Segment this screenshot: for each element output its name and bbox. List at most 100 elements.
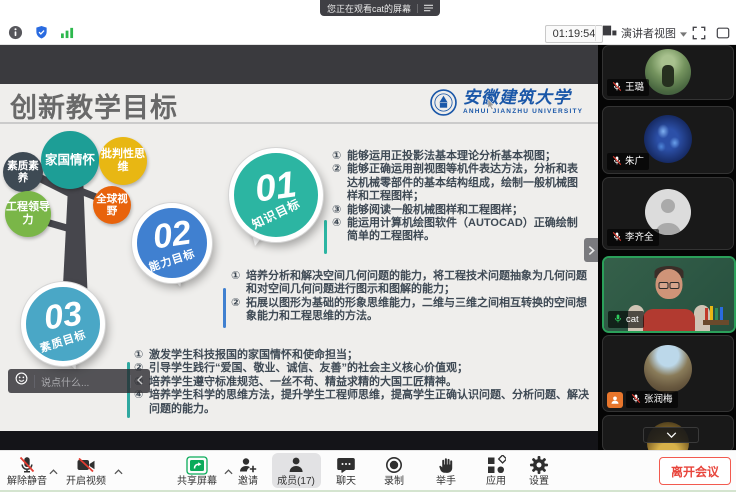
presentation-slide: 创新教学目标 安徽建筑大学 ANHUI JIANZHU UNIVERSITY 素… xyxy=(0,84,598,431)
item-text: 拓展以图形为基础的形象思维能力，二维与三维之间相互转换的空间想象能力和工程思维的… xyxy=(246,297,593,324)
tree-bubble-critical-thinking: 批判性思维 xyxy=(99,137,147,185)
bookshelf xyxy=(703,307,729,325)
participant-tile[interactable]: 李齐全 xyxy=(602,177,734,250)
participant-tile-speaking[interactable]: cat xyxy=(602,256,736,333)
mic-options-chevron[interactable] xyxy=(49,462,58,480)
toolbar-divider xyxy=(595,25,596,41)
item-text: 培养分析和解决空间几何问题的能力，将工程技术问题抽象为几何问题和对空间几何问题进… xyxy=(246,270,593,297)
banner-text: 您正在观看cat的屏幕 xyxy=(327,2,411,15)
tree-bubble-leadership: 工程领导力 xyxy=(5,191,51,237)
unmute-label: 解除静音 xyxy=(7,477,47,487)
meeting-info-icon[interactable] xyxy=(8,25,23,45)
item-marker: ④ xyxy=(134,389,149,416)
invite-person-icon xyxy=(238,455,258,475)
tree-bubble-global-vision: 全球视野 xyxy=(93,186,131,224)
item-text: 能够阅读一般机械图样和工程图样； xyxy=(347,204,586,217)
item-text: 能够运用正投影法基本理论分析基本视图； xyxy=(347,150,586,163)
item-text: 激发学生科技报国的家国情怀和使命担当； xyxy=(149,349,594,362)
mic-muted-icon xyxy=(17,455,37,475)
record-label: 录制 xyxy=(384,477,404,487)
presentation-letterbox xyxy=(0,44,598,84)
fullscreen-button[interactable] xyxy=(690,24,708,42)
participant-name: 王璐 xyxy=(625,83,644,93)
quick-chat-bar[interactable]: 说点什么... xyxy=(8,369,150,393)
record-icon xyxy=(384,455,404,475)
panel-toggle-button[interactable] xyxy=(714,24,732,42)
item-text: 能运用计算机绘图软件（AUTOCAD）正确绘制简单的工程图样。 xyxy=(347,217,586,244)
chat-label: 聊天 xyxy=(336,477,356,487)
invite-label: 邀请 xyxy=(238,477,258,487)
participant-name: 张润梅 xyxy=(644,395,673,405)
video-options-chevron[interactable] xyxy=(114,462,123,480)
goal-circle-quality: 03 素质目标 xyxy=(21,282,105,366)
members-person-icon xyxy=(286,455,306,475)
apps-grid-icon xyxy=(486,455,506,475)
slide-title: 创新教学目标 xyxy=(10,86,178,125)
mic-muted-icon xyxy=(612,155,622,169)
participants-sidebar: 王璐 朱广 李齐全 xyxy=(598,44,736,450)
members-label: 成员(17) xyxy=(277,477,315,487)
banner-menu-icon[interactable] xyxy=(424,0,433,17)
apps-button[interactable]: 应用 xyxy=(486,455,506,487)
item-marker: ① xyxy=(134,349,149,362)
share-screen-icon xyxy=(186,455,208,475)
mic-muted-icon xyxy=(612,81,622,95)
chevron-down-icon xyxy=(680,24,687,42)
host-badge-icon xyxy=(607,392,623,408)
university-name-cn: 安徽建筑大学 xyxy=(463,89,583,108)
item-text: 培养学生遵守标准规范、一丝不苟、精益求精的大国工匠精神。 xyxy=(149,376,594,389)
start-video-button[interactable]: 开启视频 xyxy=(66,455,106,487)
share-screen-button[interactable]: 共享屏幕 xyxy=(177,455,217,487)
chat-button[interactable]: 聊天 xyxy=(336,455,356,487)
banner-divider xyxy=(417,4,418,13)
accent-line xyxy=(324,220,327,254)
collapse-left-icon[interactable] xyxy=(137,372,143,390)
mic-muted-icon xyxy=(612,231,622,245)
watching-screen-banner[interactable]: 您正在观看cat的屏幕 xyxy=(320,0,440,16)
network-signal-icon[interactable] xyxy=(60,26,75,44)
item-text: 能够正确运用剖视图等机件表达方法，分析和表达机械零部件的基本结构组成，绘制一般机… xyxy=(347,163,586,203)
raised-hand-icon xyxy=(437,455,456,475)
knowledge-goal-text: ①能够运用正投影法基本理论分析基本视图； ②能够正确运用剖视图等机件表达方法，分… xyxy=(332,150,586,244)
item-marker: ① xyxy=(231,270,246,297)
share-options-chevron[interactable] xyxy=(224,462,233,480)
chat-input-placeholder[interactable]: 说点什么... xyxy=(41,374,124,389)
unmute-button[interactable]: 解除静音 xyxy=(7,455,47,487)
invite-button[interactable]: 邀请 xyxy=(238,455,258,487)
participant-name: 李齐全 xyxy=(625,233,654,243)
raise-hand-button[interactable]: 举手 xyxy=(436,455,456,487)
participant-name: cat xyxy=(626,315,639,325)
item-marker: ② xyxy=(332,163,347,203)
meeting-window: 01:19:54 演讲者视图 您正在观看cat的屏幕 创新教学目标 安徽建筑大学… xyxy=(0,0,736,492)
emoji-smiley-icon[interactable] xyxy=(15,372,28,390)
chat-bar-divider xyxy=(130,375,131,388)
avatar xyxy=(644,115,692,163)
settings-label: 设置 xyxy=(529,477,549,487)
chat-bubble-icon xyxy=(336,455,356,475)
view-mode-button[interactable]: 演讲者视图 xyxy=(602,23,687,43)
university-seal-icon xyxy=(430,89,457,121)
next-page-arrow-button[interactable] xyxy=(584,238,598,262)
security-shield-icon[interactable] xyxy=(34,25,49,45)
members-button[interactable]: 成员(17) xyxy=(277,455,315,487)
mouse-cursor-icon xyxy=(487,98,496,116)
item-marker: ④ xyxy=(332,217,347,244)
shared-screen[interactable]: 创新教学目标 安徽建筑大学 ANHUI JIANZHU UNIVERSITY 素… xyxy=(0,44,598,450)
leave-meeting-button[interactable]: 离开会议 xyxy=(659,457,731,485)
participant-tile[interactable]: 朱广 xyxy=(602,106,734,174)
camera-off-icon xyxy=(76,455,96,475)
scroll-down-indicator[interactable] xyxy=(643,427,699,443)
record-button[interactable]: 录制 xyxy=(384,455,404,487)
settings-button[interactable]: 设置 xyxy=(529,455,549,487)
quality-goal-text: ①激发学生科技报国的家国情怀和使命担当； ②引导学生践行“爱国、敬业、诚信、友善… xyxy=(134,349,594,416)
goal-circle-knowledge: 01 知识目标 xyxy=(229,148,323,242)
view-mode-label: 演讲者视图 xyxy=(621,25,676,41)
avatar xyxy=(645,49,691,95)
item-text: 培养学生科学的思维方法，提升学生工程师思维，提高学生正确认识问题、分析问题、解决… xyxy=(149,389,594,416)
participant-tile[interactable]: 王璐 xyxy=(602,45,734,100)
goal-circle-ability: 02 能力目标 xyxy=(132,203,212,283)
bottom-toolbar: 解除静音 开启视频 共享屏幕 邀请 成员(17) 聊天 录制 xyxy=(0,450,736,490)
tree-bubble-quality: 素质素养 xyxy=(3,152,43,192)
participant-tile[interactable]: 张润梅 xyxy=(602,335,734,412)
share-screen-label: 共享屏幕 xyxy=(177,477,217,487)
